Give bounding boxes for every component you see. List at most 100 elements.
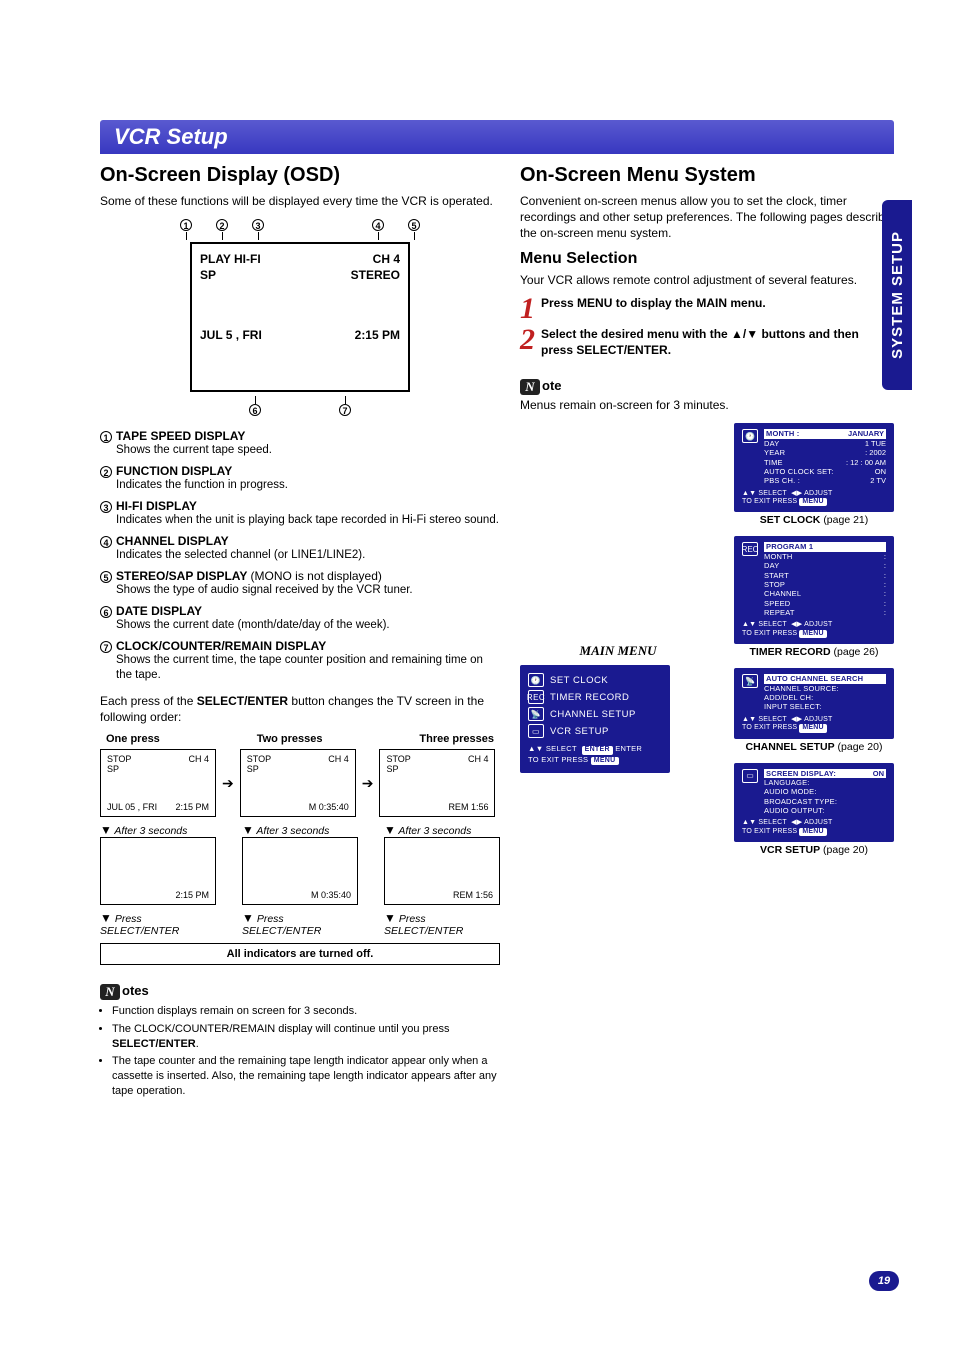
seq-box-2b: M 0:35:40 [242, 837, 358, 905]
seq-hdr-1: One press [106, 733, 160, 745]
mm-item: TIMER RECORD [550, 692, 629, 703]
osd-time: 2:15 PM [355, 328, 400, 342]
vcr-icon: ▭ [742, 769, 758, 783]
note-text: Menus remain on-screen for 3 minutes. [520, 397, 894, 413]
note-item: Function displays remain on screen for 3… [112, 1004, 500, 1019]
side-tab: SYSTEM SETUP [882, 200, 912, 390]
notes-block: Notes Function displays remain on screen… [100, 983, 500, 1099]
note-item: The tape counter and the remaining tape … [112, 1054, 500, 1099]
antenna-icon: 📡 [528, 707, 544, 721]
seq-box-2a: 2:15 PM [100, 837, 216, 905]
select-enter-para: Each press of the SELECT/ENTER button ch… [100, 693, 500, 725]
defn-5-body: Shows the type of audio signal received … [116, 583, 500, 598]
menu-system-intro: Convenient on-screen menus allow you to … [520, 193, 894, 242]
arrow-down-icon: ▼ [384, 911, 396, 925]
callout-4: 4 [372, 219, 384, 231]
menu-pill: MENU [799, 828, 826, 836]
osd-intro: Some of these functions will be displaye… [100, 193, 500, 209]
osd-speed: SP [200, 268, 216, 282]
channel-setup-caption: CHANNEL SETUP (page 20) [734, 741, 894, 753]
menu-pill: MENU [799, 724, 826, 732]
updown-icon: ▲▼ [742, 819, 756, 826]
note-item: The CLOCK/COUNTER/REMAIN display will co… [112, 1022, 500, 1052]
arrow-down-icon: ▼ [242, 911, 254, 925]
main-menu-title: MAIN MENU [520, 643, 716, 659]
step-2: 2 Select the desired menu with the ▲/▼ b… [520, 327, 894, 358]
note-icon: N [520, 379, 540, 395]
defn-7-body: Shows the current time, the tape counter… [116, 653, 500, 683]
leftright-icon: ◀▶ [791, 490, 802, 497]
menu-selection-sub: Your VCR allows remote control adjustmen… [520, 272, 894, 288]
note-icon: N [100, 984, 120, 1000]
defn-4-title: CHANNEL DISPLAY [116, 534, 229, 548]
menu-pill: MENU [799, 630, 826, 638]
step-number-2: 2 [520, 327, 535, 353]
note-block: Note Menus remain on-screen for 3 minute… [520, 378, 894, 413]
vcr-setup-screen: ▭ SCREEN DISPLAY:ON LANGUAGE: AUDIO MODE… [734, 763, 894, 843]
menu-system-heading: On-Screen Menu System [520, 164, 894, 187]
seq-hdr-2: Two presses [257, 733, 323, 745]
leftright-icon: ◀▶ [791, 716, 802, 723]
page-number: 19 [869, 1271, 899, 1291]
updown-icon: ▲▼ [742, 490, 756, 497]
defn-1-title: TAPE SPEED DISPLAY [116, 429, 245, 443]
osd-definitions: 1TAPE SPEED DISPLAYShows the current tap… [100, 429, 500, 683]
updown-icon: ▲▼ [528, 744, 543, 753]
defn-7-title: CLOCK/COUNTER/REMAIN DISPLAY [116, 639, 326, 653]
seq-hdr-3: Three presses [419, 733, 494, 745]
left-column: On-Screen Display (OSD) Some of these fu… [100, 164, 500, 1102]
osd-heading: On-Screen Display (OSD) [100, 164, 500, 187]
set-clock-caption: SET CLOCK (page 21) [734, 514, 894, 526]
seq-box-2c: REM 1:56 [384, 837, 500, 905]
enter-pill: ENTER [582, 746, 613, 754]
menu-pill: MENU [591, 757, 619, 765]
callout-7: 7 [339, 404, 351, 416]
all-off-bar: All indicators are turned off. [100, 943, 500, 965]
step-1-text: Press MENU to display the MAIN menu. [541, 296, 894, 312]
seq-box-1b: STOPCH 4 SP M 0:35:40 [240, 749, 356, 817]
timer-record-caption: TIMER RECORD (page 26) [734, 646, 894, 658]
defn-3-title: HI-FI DISPLAY [116, 499, 197, 513]
callout-6: 6 [249, 404, 261, 416]
mm-item: CHANNEL SETUP [550, 709, 636, 720]
arrow-down-icon: ▼ [242, 823, 254, 837]
osd-channel: CH 4 [373, 252, 400, 266]
right-column: On-Screen Menu System Convenient on-scre… [520, 164, 894, 1102]
defn-2-title: FUNCTION DISPLAY [116, 464, 232, 478]
defn-2-body: Indicates the function in progress. [116, 478, 500, 493]
timer-record-screen: REC PROGRAM 1 MONTH: DAY: START: STOP: C… [734, 536, 894, 644]
antenna-icon: 📡 [742, 674, 758, 688]
defn-4-body: Indicates the selected channel (or LINE1… [116, 548, 500, 563]
defn-6-title: DATE DISPLAY [116, 604, 202, 618]
defn-5-extra: (MONO is not displayed) [251, 569, 382, 583]
leftright-icon: ◀▶ [791, 621, 802, 628]
menu-pill: MENU [799, 498, 826, 506]
arrow-right-icon [222, 775, 234, 792]
osd-sequence: One press Two presses Three presses STOP… [100, 733, 500, 965]
osd-diagram: 1 2 3 4 5 PLAY HI-FI CH 4 SP STEREO [100, 219, 500, 417]
side-tab-label: SYSTEM SETUP [889, 231, 906, 359]
callout-3: 3 [252, 219, 264, 231]
leftright-icon: ◀▶ [791, 819, 802, 826]
arrow-down-icon: ▼ [100, 911, 112, 925]
defn-1-body: Shows the current tape speed. [116, 443, 500, 458]
step-2-text: Select the desired menu with the ▲/▼ but… [541, 327, 894, 358]
callout-5: 5 [408, 219, 420, 231]
mm-item: VCR SETUP [550, 726, 609, 737]
arrow-down-icon: ▼ [100, 823, 112, 837]
defn-5-title: STEREO/SAP DISPLAY [116, 569, 247, 583]
mm-item: SET CLOCK [550, 675, 608, 686]
arrow-down-icon: ▼ [384, 823, 396, 837]
channel-setup-screen: 📡 AUTO CHANNEL SEARCH CHANNEL SOURCE: AD… [734, 668, 894, 738]
seq-box-1c: STOPCH 4 SP REM 1:56 [379, 749, 495, 817]
set-clock-screen: 🕐 MONTH :JANUARY DAY1 TUE YEAR: 2002 TIM… [734, 423, 894, 512]
defn-3-body: Indicates when the unit is playing back … [116, 513, 500, 528]
updown-icon: ▲▼ [742, 621, 756, 628]
seq-box-1a: STOPCH 4 SP JUL 05 , FRI2:15 PM [100, 749, 216, 817]
main-menu-screen: 🕐 SET CLOCK REC TIMER RECORD 📡 CHANNEL SETU… [520, 665, 670, 773]
rec-icon: REC [528, 690, 544, 704]
callout-2: 2 [216, 219, 228, 231]
osd-stereo: STEREO [351, 268, 400, 282]
clock-icon: 🕐 [742, 429, 758, 443]
clock-icon: 🕐 [528, 673, 544, 687]
